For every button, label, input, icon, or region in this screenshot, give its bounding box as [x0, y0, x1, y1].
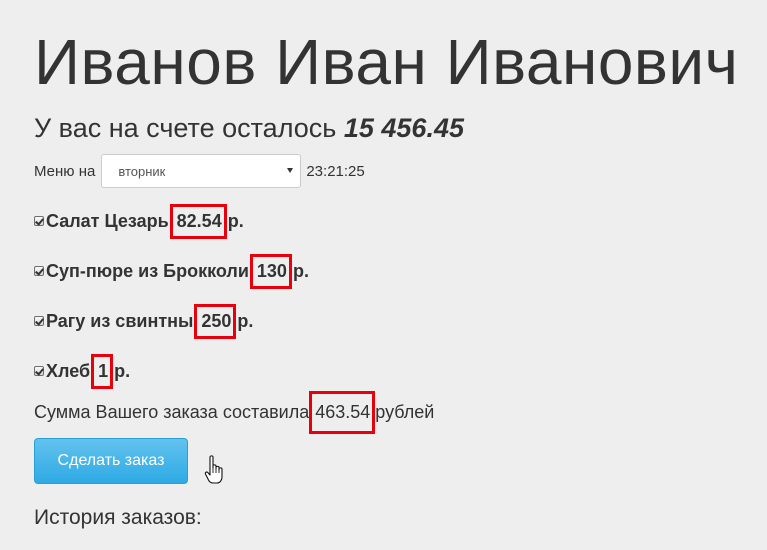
- dish-currency: р.: [292, 260, 309, 281]
- order-history-title: История заказов:: [34, 506, 202, 529]
- dish-checkbox[interactable]: [34, 216, 44, 226]
- balance-label: У вас на счете осталось: [34, 113, 337, 143]
- balance-amount: 15 456.45: [343, 113, 464, 143]
- order-sum-label: Сумма Вашего заказа составила: [34, 401, 310, 422]
- day-select-value: вторник: [118, 163, 166, 179]
- dish-item: Салат Цезарь 82.54 р.: [34, 203, 244, 239]
- dish-item: Рагу из свинтны 250 р.: [34, 303, 253, 339]
- clock-time: 23:21:25: [306, 162, 365, 180]
- dish-checkbox[interactable]: [34, 316, 44, 326]
- dish-currency: р.: [237, 310, 254, 331]
- dish-price: 130: [249, 253, 292, 289]
- order-sum-suffix: рублей: [375, 401, 435, 422]
- chevron-down-icon: [287, 168, 294, 173]
- dish-currency: р.: [114, 360, 131, 381]
- dish-checkbox[interactable]: [34, 266, 44, 276]
- balance-line: У вас на счете осталось 15 456.45: [34, 108, 464, 148]
- order-sum-line: Сумма Вашего заказа составила 463.54 руб…: [34, 390, 434, 434]
- dish-price: 250: [194, 303, 237, 339]
- dish-name: Салат Цезарь: [46, 210, 169, 231]
- dish-name: Рагу из свинтны: [46, 310, 194, 331]
- dish-currency: р.: [227, 210, 244, 231]
- dish-name: Хлеб: [46, 360, 91, 381]
- hand-cursor-icon: [204, 455, 223, 484]
- user-name: Иванов Иван Иванович: [34, 26, 739, 98]
- dish-item: Суп-пюре из Брокколи 130 р.: [34, 253, 309, 289]
- dish-item: Хлеб 1 р.: [34, 353, 130, 389]
- menu-label: Меню на: [34, 162, 96, 180]
- day-select[interactable]: вторник: [101, 154, 302, 188]
- dish-name: Суп-пюре из Брокколи: [46, 260, 249, 281]
- dish-checkbox[interactable]: [34, 366, 44, 376]
- menu-row: Меню на вторник 23:21:25: [34, 153, 365, 189]
- order-sum-amount: 463.54: [309, 390, 376, 434]
- dish-price: 82.54: [169, 203, 227, 239]
- dish-price: 1: [91, 353, 114, 389]
- place-order-button[interactable]: Сделать заказ: [34, 438, 188, 484]
